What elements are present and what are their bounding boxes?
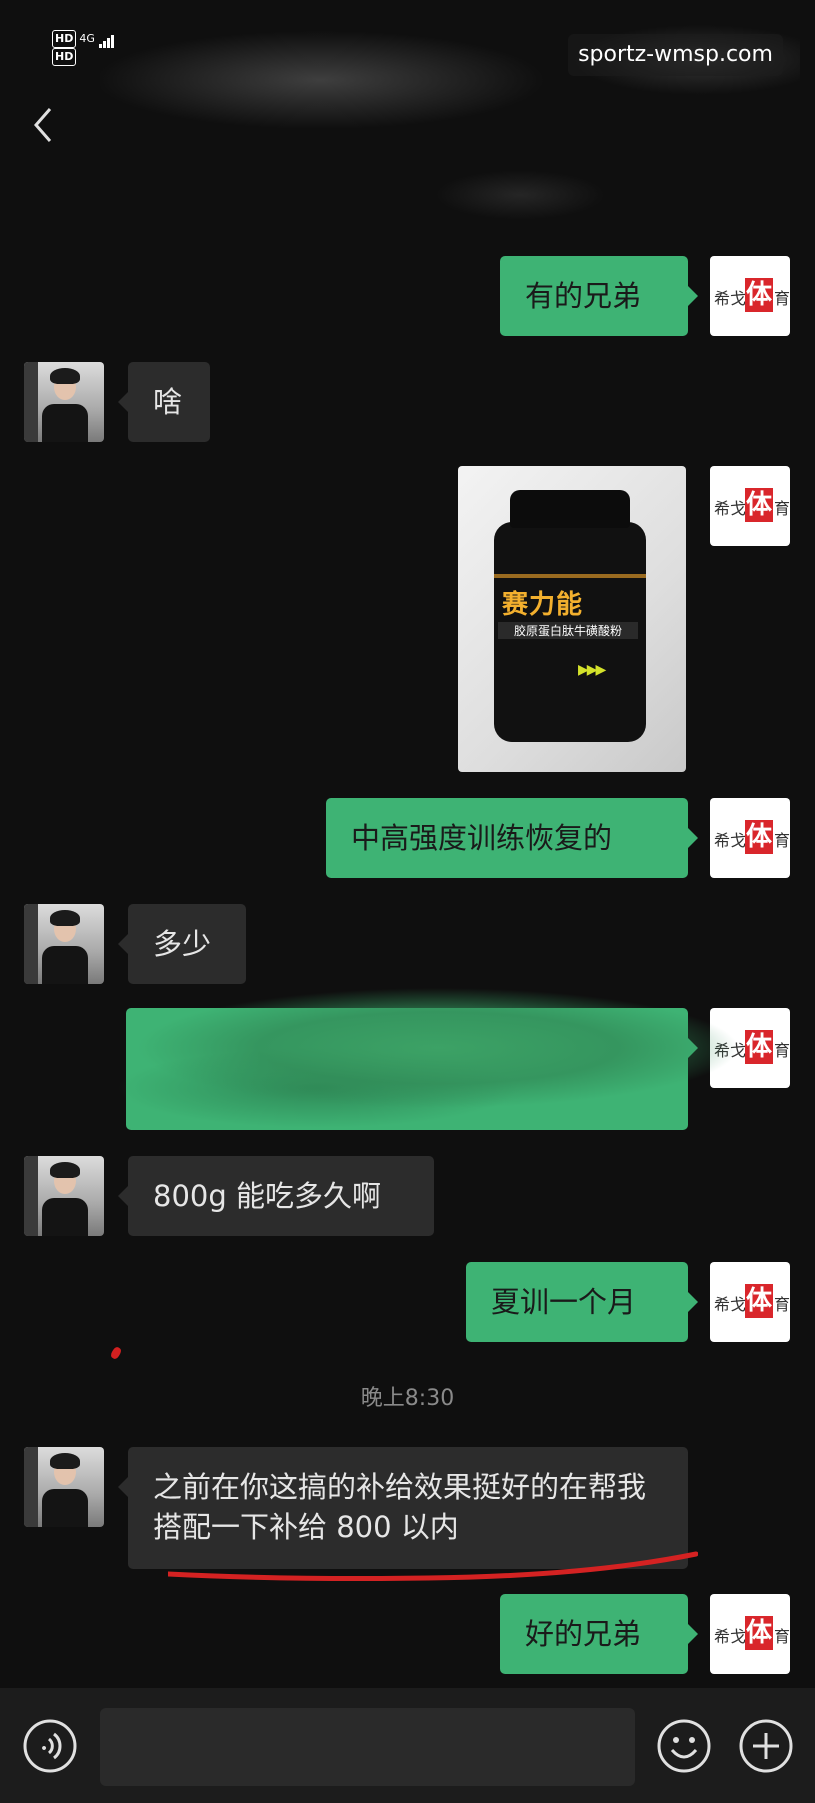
avatar-char: 希戈 <box>714 1627 747 1646</box>
message-bubble-right[interactable]: 好的兄弟 <box>500 1594 698 1674</box>
message-text: 800g 能吃多久啊 <box>153 1179 381 1213</box>
avatar-char: 育 <box>774 831 790 850</box>
watermark: sportz-wmsp.com <box>568 34 783 76</box>
avatar-self[interactable]: 希戈 体 育 <box>710 466 790 546</box>
red-mark <box>109 1345 123 1361</box>
message-bubble-left[interactable]: 啥 <box>118 362 210 442</box>
avatar-char: 育 <box>774 499 790 518</box>
hd-badge-2: HD <box>52 48 77 66</box>
avatar-self[interactable]: 希戈 体 育 <box>710 1594 790 1674</box>
message-bubble-right[interactable]: 夏训一个月 <box>466 1262 698 1342</box>
avatar-char: 育 <box>774 1041 790 1060</box>
message-text: 有的兄弟 <box>525 279 642 313</box>
plus-icon[interactable] <box>738 1718 794 1774</box>
voice-icon[interactable] <box>22 1718 78 1774</box>
avatar-char: 体 <box>745 1284 773 1318</box>
jar-lid <box>510 490 630 528</box>
avatar-self[interactable]: 希戈 体 育 <box>710 1262 790 1342</box>
avatar-char: 体 <box>745 278 773 312</box>
avatar-char: 希戈 <box>714 289 747 308</box>
avatar-char: 希戈 <box>714 831 747 850</box>
message-bubble-left[interactable]: 800g 能吃多久啊 <box>118 1156 434 1236</box>
status-bar: HD 4G HD <box>52 30 115 66</box>
avatar-char: 体 <box>745 1616 773 1650</box>
timestamp: 晚上8:30 <box>360 1386 455 1411</box>
avatar-char: 体 <box>745 488 773 522</box>
red-underline <box>168 1551 698 1581</box>
message-text: 好的兄弟 <box>525 1617 642 1651</box>
avatar-char: 体 <box>745 820 773 854</box>
avatar-self[interactable]: 希戈 体 育 <box>710 256 790 336</box>
redaction-scribble-green <box>118 978 758 1128</box>
message-bubble-left[interactable]: 多少 <box>118 904 246 984</box>
avatar-contact[interactable] <box>24 904 104 984</box>
message-text: 啥 <box>153 385 183 419</box>
product-photo[interactable]: 赛力能 胶原蛋白肽牛磺酸粉 ▶▶▶ <box>458 466 686 772</box>
avatar-char: 育 <box>774 1295 790 1314</box>
jar-rim <box>494 574 646 578</box>
avatar-char: 希戈 <box>714 1295 747 1314</box>
avatar-char: 希戈 <box>714 499 747 518</box>
arrows-icon: ▶▶▶ <box>578 662 606 678</box>
avatar-contact[interactable] <box>24 362 104 442</box>
emoji-icon[interactable] <box>656 1718 712 1774</box>
message-text: 之前在你这搞的补给效果挺好的在帮我搭配一下补给 800 以内 <box>153 1470 647 1544</box>
message-text: 夏训一个月 <box>491 1285 637 1319</box>
network-label: 4G <box>79 32 95 45</box>
product-name: 胶原蛋白肽牛磺酸粉 <box>498 622 638 639</box>
avatar-char: 育 <box>774 289 790 308</box>
message-bubble-right[interactable]: 中高强度训练恢复的 <box>326 798 698 878</box>
message-text: 中高强度训练恢复的 <box>351 821 613 855</box>
message-text: 多少 <box>153 927 212 961</box>
avatar-char: 育 <box>774 1627 790 1646</box>
signal-icon <box>98 32 115 48</box>
message-bubble-right[interactable]: 有的兄弟 <box>500 256 698 336</box>
avatar-self[interactable]: 希戈 体 育 <box>710 798 790 878</box>
hd-badge-1: HD <box>52 30 77 48</box>
avatar-contact[interactable] <box>24 1447 104 1527</box>
message-input[interactable] <box>100 1708 635 1786</box>
product-brand: 赛力能 <box>502 590 584 620</box>
chevron-left-icon[interactable] <box>30 105 60 145</box>
avatar-contact[interactable] <box>24 1156 104 1236</box>
